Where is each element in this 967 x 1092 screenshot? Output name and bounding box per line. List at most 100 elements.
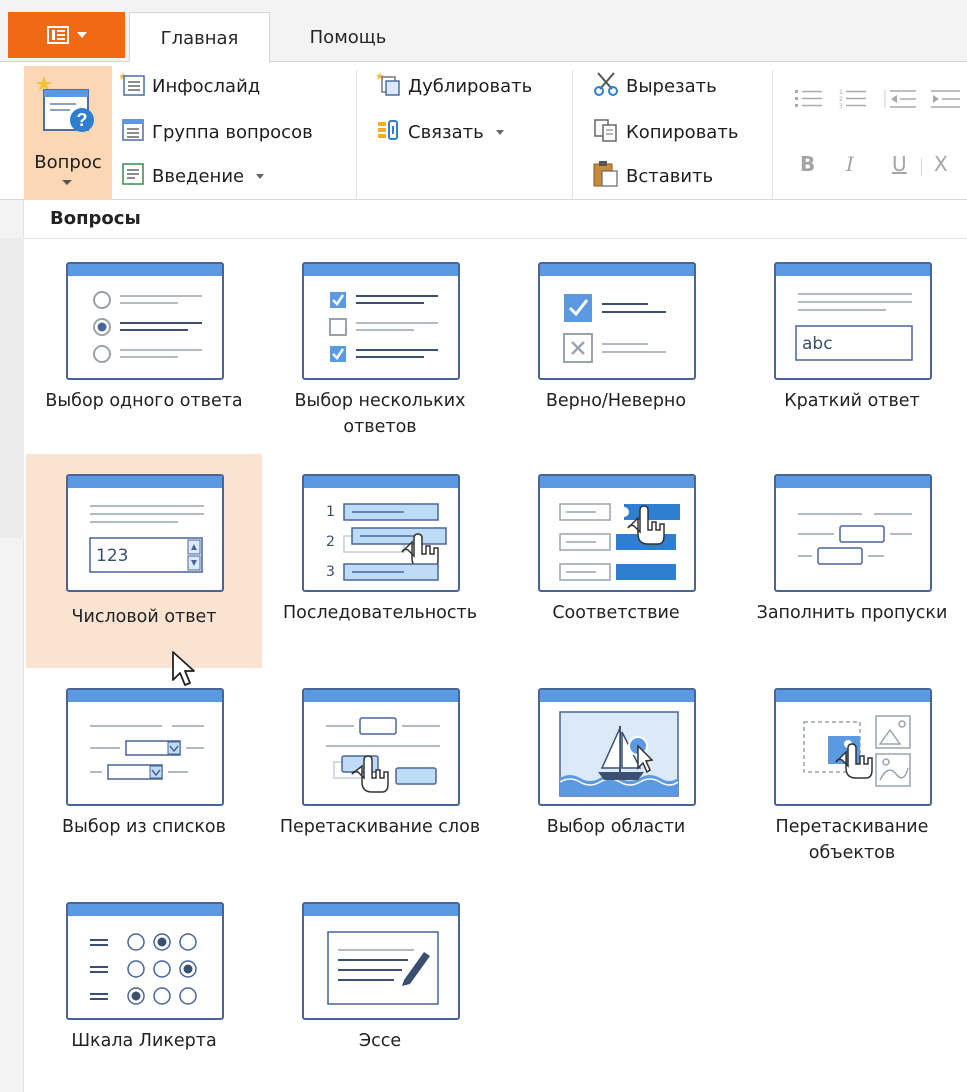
question-type-short-answer[interactable]: abc Краткий ответ bbox=[734, 250, 967, 464]
question-type-label: Соответствие bbox=[552, 603, 680, 623]
ribbon-divider bbox=[772, 70, 773, 198]
question-type-likert[interactable]: Шкала Ликерта bbox=[26, 890, 262, 1092]
panel-divider bbox=[24, 238, 967, 239]
svg-text:3: 3 bbox=[839, 103, 843, 110]
app-menu-button[interactable] bbox=[8, 12, 125, 58]
infoslide-button[interactable]: Инфослайд bbox=[119, 68, 261, 104]
copy-label: Копировать bbox=[626, 121, 739, 143]
question-type-hotspot[interactable]: Выбор области bbox=[498, 676, 734, 890]
paste-label: Вставить bbox=[626, 165, 714, 187]
drag-objects-icon bbox=[774, 688, 932, 806]
copy-button[interactable]: Копировать bbox=[592, 114, 738, 150]
question-type-label: Числовой ответ bbox=[71, 607, 217, 627]
question-type-fill-blanks[interactable]: Заполнить пропуски bbox=[734, 462, 967, 676]
question-type-label: Перетаскивание объектов bbox=[775, 817, 929, 863]
duplicate-icon bbox=[376, 71, 402, 102]
copy-icon bbox=[592, 117, 620, 148]
drag-words-icon bbox=[302, 688, 460, 806]
decrease-indent-icon[interactable] bbox=[884, 88, 918, 114]
question-type-drag-words[interactable]: Перетаскивание слов bbox=[262, 676, 498, 890]
bold-button[interactable]: B bbox=[800, 152, 815, 176]
duplicate-button[interactable]: Дублировать bbox=[376, 68, 532, 104]
infoslide-label: Инфослайд bbox=[152, 75, 261, 97]
question-type-multiple-choice[interactable]: Выбор нескольких ответов bbox=[262, 250, 498, 464]
fill-blanks-icon bbox=[774, 474, 932, 592]
link-button[interactable]: Связать bbox=[376, 114, 504, 150]
clipboard-icon bbox=[592, 160, 620, 193]
likert-scale-icon bbox=[66, 902, 224, 1020]
matching-icon bbox=[538, 474, 696, 592]
ribbon: ? Вопрос Инфослайд Группа вопросов Введе… bbox=[0, 62, 967, 200]
tab-bar: Главная Помощь bbox=[0, 0, 967, 63]
select-from-lists-icon bbox=[66, 688, 224, 806]
chevron-down-icon bbox=[76, 32, 87, 38]
svg-text:2: 2 bbox=[839, 96, 843, 103]
question-type-label: Перетаскивание слов bbox=[279, 817, 481, 837]
question-type-label: Эссе bbox=[358, 1031, 402, 1051]
question-type-label: Выбор из списков bbox=[62, 817, 226, 837]
question-type-numeric[interactable]: 123 Числовой ответ bbox=[26, 454, 262, 668]
scissors-icon bbox=[592, 71, 620, 102]
short-answer-icon: abc bbox=[774, 262, 932, 380]
panel-header: Вопросы bbox=[50, 208, 141, 229]
question-type-label: Заполнить пропуски bbox=[756, 603, 948, 623]
intro-icon bbox=[120, 161, 146, 192]
list-layout-icon bbox=[46, 26, 69, 44]
question-group-icon bbox=[120, 117, 146, 148]
question-type-label: Выбор области bbox=[546, 817, 686, 837]
question-type-label: Последовательность bbox=[282, 603, 478, 623]
numeric-icon: 123 bbox=[66, 474, 224, 592]
question-type-label: Выбор нескольких ответов bbox=[294, 391, 466, 437]
hotspot-icon bbox=[538, 688, 696, 806]
question-type-sequence[interactable]: 1 2 3 Последовательность bbox=[262, 462, 498, 676]
new-question-icon: ? bbox=[36, 74, 100, 142]
question-type-single-choice[interactable]: Выбор одного ответа bbox=[26, 250, 262, 464]
tab-home[interactable]: Главная bbox=[129, 12, 270, 63]
question-type-drag-objects[interactable]: Перетаскивание объектов bbox=[734, 676, 967, 890]
ribbon-divider bbox=[921, 158, 922, 176]
cut-button[interactable]: Вырезать bbox=[592, 68, 717, 104]
ribbon-divider bbox=[356, 70, 357, 198]
chevron-down-icon bbox=[495, 129, 504, 135]
question-type-label: Выбор одного ответа bbox=[45, 391, 243, 411]
short-answer-sample-text: abc bbox=[802, 334, 833, 354]
link-icon bbox=[376, 117, 402, 148]
sequence-number: 1 bbox=[326, 504, 335, 520]
infoslide-icon bbox=[119, 71, 146, 102]
italic-button[interactable]: I bbox=[846, 152, 854, 176]
paste-button[interactable]: Вставить bbox=[592, 158, 713, 194]
question-type-essay[interactable]: Эссе bbox=[262, 890, 498, 1092]
bullet-list-icon[interactable] bbox=[794, 88, 824, 114]
chevron-down-icon bbox=[256, 173, 265, 179]
question-type-label: Верно/Неверно bbox=[545, 391, 687, 411]
numeric-sample-text: 123 bbox=[96, 546, 128, 566]
question-type-label: Краткий ответ bbox=[784, 391, 920, 411]
numbered-list-icon[interactable]: 123 bbox=[838, 88, 868, 114]
question-type-true-false[interactable]: Верно/Неверно bbox=[498, 250, 734, 464]
sequence-icon: 1 2 3 bbox=[302, 474, 460, 592]
editor-left-strip bbox=[0, 200, 24, 1092]
chevron-down-icon bbox=[62, 180, 72, 185]
question-types-panel: Вопросы Выбор одного ответа Выбор нескол… bbox=[24, 200, 967, 1092]
question-type-matching[interactable]: Соответствие bbox=[498, 462, 734, 676]
intro-button[interactable]: Введение bbox=[120, 158, 265, 194]
true-false-icon bbox=[538, 262, 696, 380]
sequence-number: 2 bbox=[326, 534, 335, 550]
ribbon-divider bbox=[572, 70, 573, 198]
question-button[interactable]: ? Вопрос bbox=[24, 66, 112, 200]
duplicate-label: Дублировать bbox=[408, 75, 533, 97]
svg-text:?: ? bbox=[77, 110, 88, 130]
sequence-number: 3 bbox=[326, 564, 335, 580]
subscript-button[interactable]: X bbox=[934, 152, 948, 176]
increase-indent-icon[interactable] bbox=[930, 88, 960, 114]
tab-help[interactable]: Помощь bbox=[278, 12, 418, 63]
question-group-button[interactable]: Группа вопросов bbox=[120, 114, 313, 150]
question-button-label: Вопрос bbox=[34, 152, 102, 173]
underline-button[interactable]: U bbox=[892, 152, 907, 176]
essay-icon bbox=[302, 902, 460, 1020]
mouse-pointer-icon bbox=[170, 650, 196, 694]
question-type-select-from-lists[interactable]: Выбор из списков bbox=[26, 676, 262, 890]
question-type-label: Шкала Ликерта bbox=[71, 1031, 217, 1051]
single-choice-icon bbox=[66, 262, 224, 380]
question-group-label: Группа вопросов bbox=[152, 121, 313, 143]
